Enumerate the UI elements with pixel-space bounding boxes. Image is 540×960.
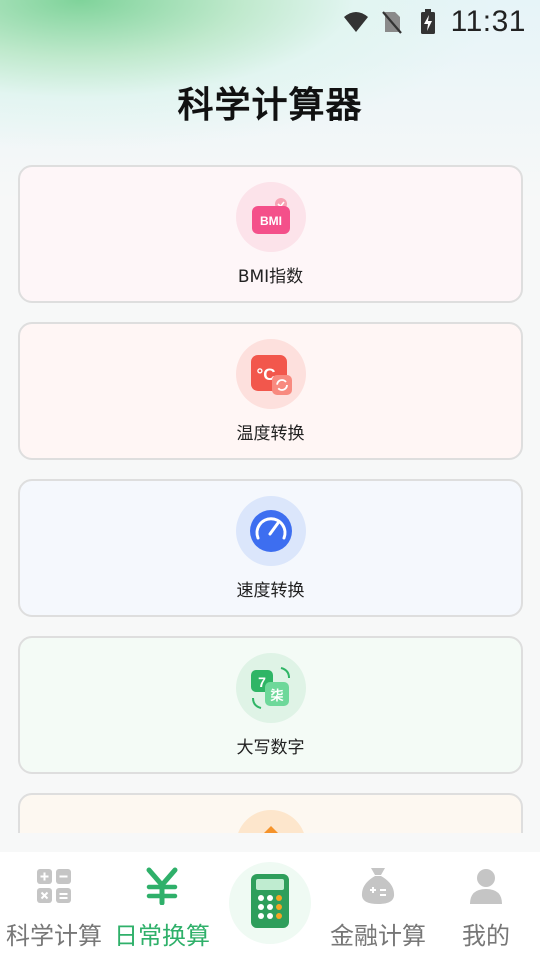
battery-icon	[415, 9, 441, 35]
orange-diamond-icon	[235, 810, 306, 833]
speedometer-icon	[235, 496, 306, 566]
tab-finance-calc[interactable]: 金融计算	[324, 852, 432, 960]
status-bar: 11:31	[0, 0, 540, 44]
person-icon	[466, 866, 506, 906]
tab-label: 科学计算	[6, 922, 102, 950]
card-uppercase-number[interactable]: 7 柒 大写数字	[18, 636, 523, 774]
no-sim-icon	[379, 9, 405, 35]
number-icon-text: 7	[258, 674, 266, 690]
temperature-icon: °C	[235, 339, 306, 409]
tab-label-active: 日常换算	[114, 922, 210, 950]
tab-scientific-calc[interactable]: 科学计算	[0, 852, 108, 960]
bottom-tab-bar: 科学计算 日常换算 金融计算 我的	[0, 852, 540, 960]
page-title: 科学计算器	[177, 85, 363, 126]
clock: 11:31	[450, 5, 526, 38]
wifi-icon	[343, 9, 369, 35]
card-label: 温度转换	[236, 424, 305, 444]
calculator-center-button[interactable]	[229, 862, 311, 944]
money-bag-icon	[358, 866, 398, 906]
tab-daily-conversion[interactable]: 日常换算	[108, 852, 216, 960]
card-label: BMI指数	[237, 267, 304, 287]
calculator-center-icon	[250, 873, 290, 933]
chinese-number-icon-text: 柒	[269, 688, 284, 704]
card-label: 大写数字	[236, 738, 305, 758]
card-temperature[interactable]: °C 温度转换	[18, 322, 523, 460]
tab-label: 我的	[462, 922, 510, 950]
bmi-icon-text: BMI	[260, 214, 282, 228]
tab-label: 金融计算	[330, 922, 426, 950]
uppercase-number-icon: 7 柒	[235, 653, 306, 723]
card-5[interactable]	[18, 793, 523, 833]
bmi-icon: BMI	[235, 182, 306, 252]
calculator-grid-icon	[34, 866, 74, 906]
card-speed[interactable]: 速度转换	[18, 479, 523, 617]
yen-icon	[142, 866, 182, 906]
tab-mine[interactable]: 我的	[432, 852, 540, 960]
card-bmi[interactable]: BMI BMI指数	[18, 165, 523, 303]
converter-list[interactable]: BMI BMI指数 °C 温度转换 速度转换 7 柒 大写数字	[18, 165, 523, 833]
card-label: 速度转换	[236, 581, 305, 601]
